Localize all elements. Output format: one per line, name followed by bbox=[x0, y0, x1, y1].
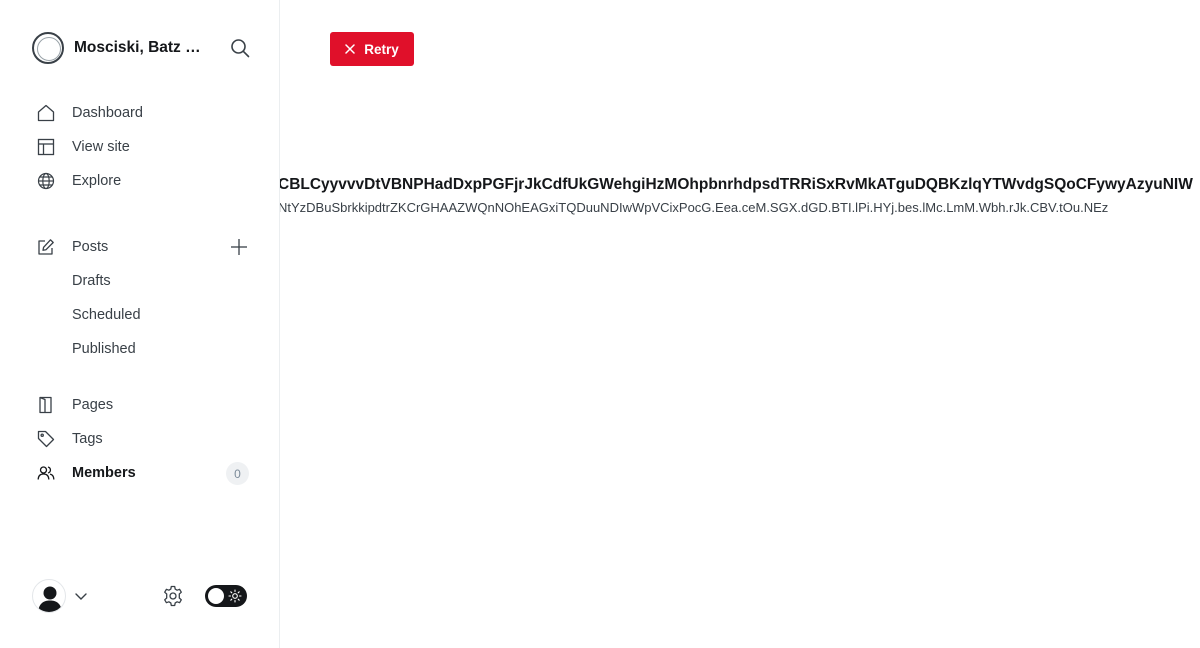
site-logo[interactable] bbox=[32, 32, 64, 64]
nav-members[interactable]: Members 0 bbox=[32, 456, 252, 490]
nav-pages[interactable]: Pages bbox=[32, 388, 252, 422]
nav-scheduled[interactable]: Scheduled bbox=[32, 298, 252, 332]
main-content: Retry CBLCyyvvvDtVBNPHadDxpPGFjrJkCdfUkG… bbox=[280, 0, 1200, 648]
close-icon bbox=[345, 44, 355, 54]
nav-dashboard[interactable]: Dashboard bbox=[32, 96, 252, 130]
primary-nav: Dashboard View site Explore bbox=[32, 96, 252, 198]
nav-tags-label: Tags bbox=[72, 431, 103, 447]
nav-posts[interactable]: Posts bbox=[32, 230, 252, 264]
pages-icon bbox=[36, 395, 56, 415]
nav-scheduled-label: Scheduled bbox=[72, 307, 141, 323]
tag-icon bbox=[36, 429, 56, 449]
sun-icon bbox=[228, 589, 242, 603]
nav-pages-label: Pages bbox=[72, 397, 114, 413]
avatar bbox=[32, 579, 66, 613]
members-icon bbox=[36, 463, 56, 483]
nav-published[interactable]: Published bbox=[32, 332, 252, 366]
nav-tags[interactable]: Tags bbox=[32, 422, 252, 456]
secondary-nav: Pages Tags Members 0 bbox=[32, 388, 252, 490]
sidebar-footer bbox=[32, 578, 248, 614]
nav-drafts[interactable]: Drafts bbox=[32, 264, 252, 298]
post-meta: NtYzDBuSbrkkipdtrZKCrGHAAZWQnNOhEAGxiTQD… bbox=[280, 200, 1109, 215]
nav-explore[interactable]: Explore bbox=[32, 164, 252, 198]
edit-icon bbox=[36, 237, 56, 257]
home-icon bbox=[36, 103, 56, 123]
app: Mosciski, Batz and Sons Dashboard bbox=[0, 0, 1200, 648]
nav-posts-label: Posts bbox=[72, 239, 109, 255]
sidebar: Mosciski, Batz and Sons Dashboard bbox=[0, 0, 280, 648]
theme-toggle[interactable] bbox=[205, 585, 247, 607]
gear-icon[interactable] bbox=[161, 584, 185, 608]
retry-label: Retry bbox=[364, 41, 399, 57]
site-header: Mosciski, Batz and Sons bbox=[32, 32, 252, 64]
globe-icon bbox=[36, 171, 56, 191]
retry-button[interactable]: Retry bbox=[330, 32, 414, 66]
layout-icon bbox=[36, 137, 56, 157]
user-menu[interactable] bbox=[32, 579, 88, 613]
nav-members-label: Members bbox=[72, 465, 136, 481]
site-title[interactable]: Mosciski, Batz and Sons bbox=[74, 39, 208, 57]
add-post-icon[interactable] bbox=[228, 236, 250, 258]
nav-view-site[interactable]: View site bbox=[32, 130, 252, 164]
post-title[interactable]: CBLCyyvvvDtVBNPHadDxpPGFjrJkCdfUkGWehgiH… bbox=[280, 176, 1193, 194]
toggle-knob bbox=[208, 588, 224, 604]
nav-explore-label: Explore bbox=[72, 173, 122, 189]
posts-nav: Posts Drafts Scheduled Published bbox=[32, 230, 252, 366]
search-icon[interactable] bbox=[228, 36, 252, 60]
chevron-down-icon bbox=[74, 589, 88, 603]
nav-drafts-label: Drafts bbox=[72, 273, 111, 289]
members-count-badge: 0 bbox=[226, 462, 249, 485]
nav-dashboard-label: Dashboard bbox=[72, 105, 143, 121]
nav-published-label: Published bbox=[72, 341, 136, 357]
nav-view-site-label: View site bbox=[72, 139, 130, 155]
